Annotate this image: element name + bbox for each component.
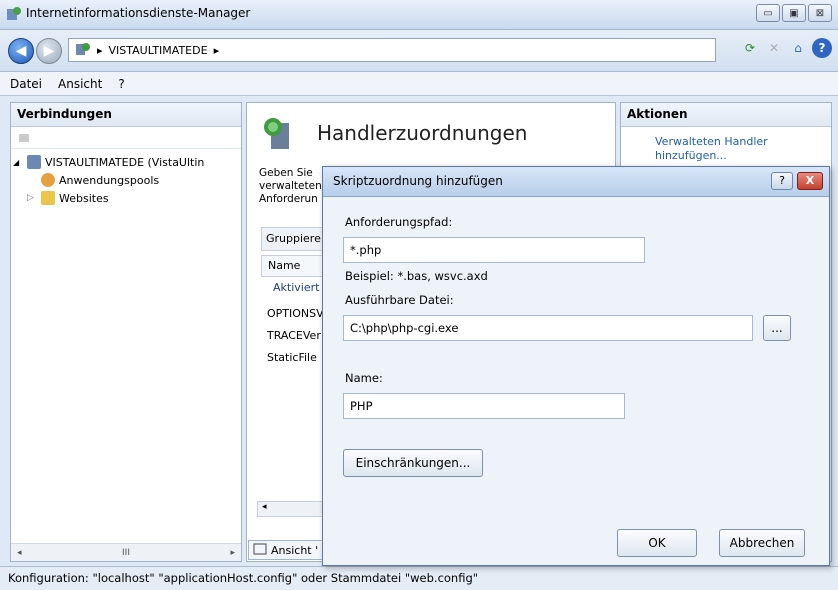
tree-node-label: Anwendungspools — [59, 173, 160, 187]
executable-label: Ausführbare Datei: — [345, 293, 454, 307]
ok-button[interactable]: OK — [617, 529, 697, 557]
status-bar: Konfiguration: "localhost" "applicationH… — [0, 566, 838, 590]
executable-input[interactable]: C:\php\php-cgi.exe — [343, 315, 753, 341]
navigation-bar: ◀ ▶ ▸ VISTAULTIMATEDE ▸ ⟳ ✕ ⌂ ? — [0, 30, 838, 72]
list-item[interactable]: OPTIONSV — [267, 307, 324, 320]
address-separator: ▸ — [97, 43, 103, 57]
minimize-button[interactable]: ▭ — [756, 4, 780, 22]
add-managed-handler-link[interactable]: Verwalteten Handler hinzufügen... — [621, 127, 801, 163]
menu-bar: Datei Ansicht ? — [0, 72, 838, 96]
request-path-input[interactable]: *.php — [343, 237, 645, 263]
page-title: Handlerzuordnungen — [317, 121, 528, 145]
collapse-icon[interactable]: ◢ — [13, 158, 23, 167]
request-path-label: Anforderungspfad: — [345, 215, 453, 229]
back-button[interactable]: ◀ — [8, 38, 34, 64]
actions-header: Aktionen — [621, 103, 831, 127]
view-icon — [253, 543, 267, 558]
scroll-thumb[interactable]: III — [122, 548, 130, 558]
dialog-help-button[interactable]: ? — [771, 172, 793, 190]
restrictions-button[interactable]: Einschränkungen... — [343, 449, 483, 477]
name-label: Name: — [345, 371, 383, 385]
browse-button[interactable]: ... — [763, 315, 791, 341]
expand-icon[interactable]: ▷ — [27, 193, 37, 203]
view-toggle-button[interactable]: Ansicht ' — [248, 540, 328, 560]
connections-pane: Verbindungen ◢ VISTAULTIMATEDE (VistaUlt… — [10, 102, 242, 562]
server-icon — [27, 155, 41, 169]
server-icon — [75, 42, 91, 59]
request-path-example: Beispiel: *.bas, wsvc.axd — [345, 269, 488, 283]
connections-header: Verbindungen — [11, 103, 241, 127]
dialog-title-bar: Skriptzuordnung hinzufügen ? X — [323, 167, 829, 197]
connections-tree: ◢ VISTAULTIMATEDE (VistaUltin Anwendungs… — [11, 149, 241, 211]
dialog-title: Skriptzuordnung hinzufügen — [333, 174, 503, 188]
group-label: Aktiviert — [273, 281, 320, 294]
add-script-map-dialog: Skriptzuordnung hinzufügen ? X Anforderu… — [322, 166, 830, 566]
home-icon[interactable]: ⌂ — [788, 38, 808, 58]
cancel-button[interactable]: Abbrechen — [719, 529, 805, 557]
name-input[interactable]: PHP — [343, 393, 625, 419]
help-icon[interactable]: ? — [812, 38, 832, 58]
menu-help[interactable]: ? — [118, 77, 124, 91]
horizontal-scrollbar[interactable]: ◂ III ▸ — [11, 543, 241, 561]
list-item[interactable]: StaticFile — [267, 351, 317, 364]
menu-view[interactable]: Ansicht — [58, 77, 102, 91]
forward-button[interactable]: ▶ — [36, 38, 62, 64]
tree-node-label: VISTAULTIMATEDE (VistaUltin — [45, 155, 205, 169]
list-item[interactable]: TRACEVer — [267, 329, 321, 342]
refresh-icon[interactable]: ⟳ — [740, 38, 760, 58]
scroll-left-icon[interactable]: ◂ — [17, 548, 22, 558]
connect-icon[interactable] — [17, 133, 31, 147]
address-bar[interactable]: ▸ VISTAULTIMATEDE ▸ — [68, 38, 716, 62]
maximize-button[interactable]: ▣ — [782, 4, 806, 22]
stop-icon[interactable]: ✕ — [764, 38, 784, 58]
menu-file[interactable]: Datei — [10, 77, 42, 91]
address-text: VISTAULTIMATEDE — [108, 43, 208, 57]
iis-app-icon — [6, 6, 22, 22]
dialog-close-button[interactable]: X — [797, 172, 823, 190]
address-separator-2: ▸ — [213, 43, 220, 57]
folder-icon — [41, 191, 55, 205]
close-button[interactable]: ⊠ — [808, 4, 832, 22]
app-pool-icon — [41, 173, 55, 187]
connections-toolbar — [11, 127, 241, 149]
tree-node-label: Websites — [59, 191, 109, 205]
tree-node-apppools[interactable]: Anwendungspools — [13, 171, 239, 189]
tree-node-websites[interactable]: ▷ Websites — [13, 189, 239, 207]
handler-mappings-icon — [261, 115, 299, 153]
window-title: Internetinformationsdienste-Manager — [26, 6, 251, 20]
scroll-right-icon[interactable]: ▸ — [230, 548, 235, 558]
view-button-label: Ansicht ' — [271, 543, 319, 557]
title-bar: Internetinformationsdienste-Manager ▭ ▣ … — [0, 0, 838, 30]
tree-node-server[interactable]: ◢ VISTAULTIMATEDE (VistaUltin — [13, 153, 239, 171]
